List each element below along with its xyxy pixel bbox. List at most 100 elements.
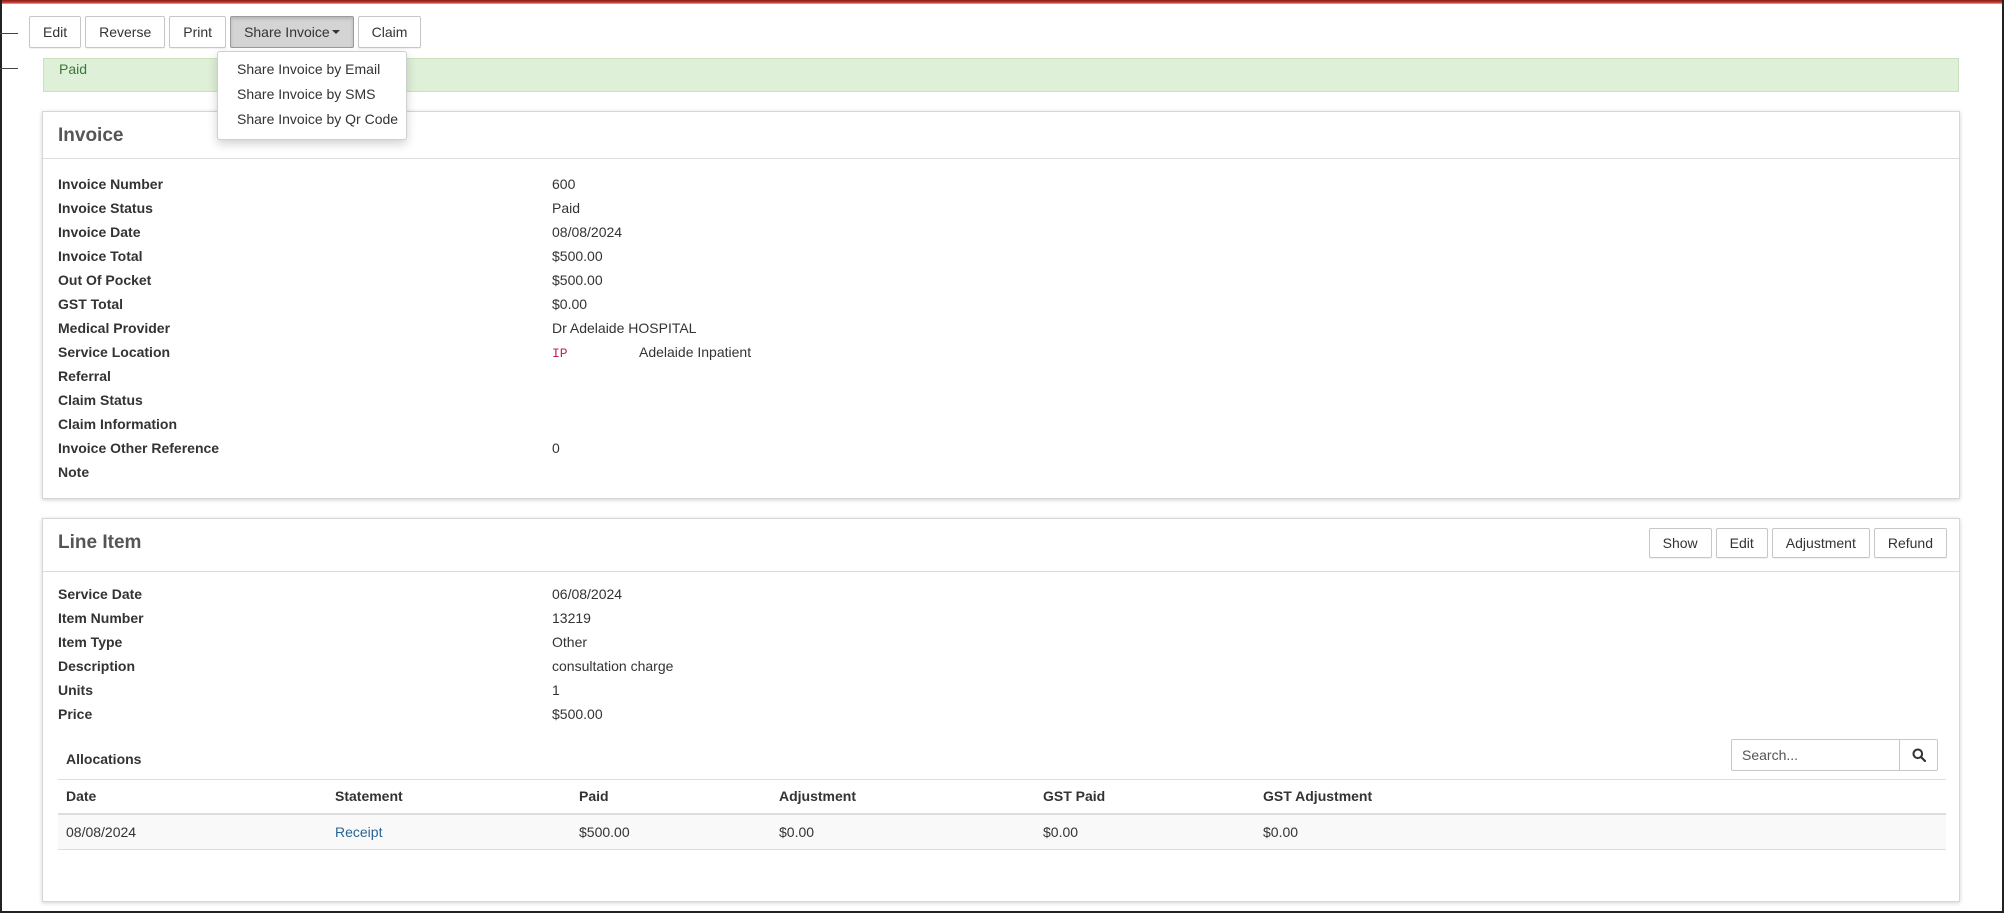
- detail-value: $500.00: [552, 248, 603, 264]
- receipt-link[interactable]: Receipt: [335, 824, 382, 840]
- detail-row: Item Type Other: [43, 630, 1959, 654]
- line-item-panel-header: Line Item Show Edit Adjustment Refund: [43, 519, 1959, 572]
- detail-value: Other: [552, 634, 588, 650]
- refund-button[interactable]: Refund: [1873, 528, 1947, 558]
- detail-value: Dr Adelaide HOSPITAL: [552, 320, 697, 336]
- detail-value: 08/08/2024: [552, 224, 623, 240]
- column-header[interactable]: GST Paid: [1035, 779, 1255, 815]
- menu-item-share-sms[interactable]: Share Invoice by SMS: [218, 83, 406, 108]
- reverse-button[interactable]: Reverse: [85, 16, 166, 48]
- edit-button[interactable]: Edit: [29, 16, 82, 48]
- column-header[interactable]: Statement: [327, 779, 571, 815]
- detail-value: $0.00: [552, 296, 588, 312]
- status-text: Paid: [59, 61, 88, 77]
- detail-row: Claim Status: [43, 388, 1959, 412]
- detail-value: 600: [552, 176, 576, 192]
- left-edge-tick: [0, 68, 18, 69]
- column-header[interactable]: Paid: [571, 779, 771, 815]
- detail-row: Units 1: [43, 678, 1959, 702]
- detail-row: Out Of Pocket $500.00: [43, 268, 1959, 292]
- detail-label: Referral: [58, 368, 111, 384]
- detail-label: Medical Provider: [58, 320, 171, 336]
- location-name: Adelaide Inpatient: [639, 344, 752, 360]
- detail-value: 06/08/2024: [552, 586, 623, 602]
- detail-value: $500.00: [552, 706, 603, 722]
- line-item-details: Service Date 06/08/2024 Item Number 13219 …: [43, 572, 1959, 726]
- detail-label: Price: [58, 706, 93, 722]
- detail-label: Invoice Date: [58, 224, 141, 240]
- detail-row: Invoice Other Reference 0: [43, 436, 1959, 460]
- detail-label: Description: [58, 658, 136, 674]
- detail-label: Item Number: [58, 610, 144, 626]
- detail-value: Paid: [552, 200, 581, 216]
- detail-row: GST Total $0.00: [43, 292, 1959, 316]
- detail-label: Claim Information: [58, 416, 178, 432]
- detail-row: Medical Provider Dr Adelaide HOSPITAL: [43, 316, 1959, 340]
- invoice-panel: Invoice Invoice Number 600 Invoice Status…: [42, 111, 1960, 499]
- table-header-row: Date Statement Paid Adjustment GST Paid …: [58, 779, 1946, 815]
- detail-label: Invoice Status: [58, 200, 153, 216]
- service-location-value: IP Adelaide Inpatient: [552, 340, 751, 366]
- left-edge-tick: [0, 33, 18, 34]
- detail-value: 1: [552, 682, 560, 698]
- detail-label: Invoice Number: [58, 176, 164, 192]
- detail-label: GST Total: [58, 296, 124, 312]
- cell-gst-paid: $0.00: [1035, 813, 1255, 850]
- column-header[interactable]: Date: [58, 779, 327, 815]
- detail-label: Service Location: [58, 344, 171, 360]
- allocations-search: [1731, 739, 1938, 771]
- detail-row: Referral: [43, 364, 1959, 388]
- detail-row: Invoice Total $500.00: [43, 244, 1959, 268]
- caret-down-icon: [331, 30, 340, 34]
- detail-value: consultation charge: [552, 658, 674, 674]
- location-code: IP: [552, 346, 568, 361]
- line-item-actions: Show Edit Adjustment Refund: [1648, 528, 1947, 558]
- cell-paid: $500.00: [571, 813, 771, 850]
- detail-row: Invoice Status Paid: [43, 196, 1959, 220]
- cell-adjustment: $0.00: [771, 813, 1035, 850]
- line-item-panel: Line Item Show Edit Adjustment Refund Se…: [42, 518, 1960, 902]
- print-button[interactable]: Print: [169, 16, 227, 48]
- line-item-panel-title: Line Item: [58, 532, 142, 553]
- search-input[interactable]: [1731, 739, 1900, 771]
- menu-item-share-qr-code[interactable]: Share Invoice by Qr Code: [218, 108, 406, 133]
- invoice-details: Invoice Number 600 Invoice Status Paid Inv…: [43, 159, 1959, 484]
- detail-row: Invoice Number 600: [43, 172, 1959, 196]
- share-invoice-dropdown-button[interactable]: Share Invoice: [230, 16, 354, 48]
- claim-button[interactable]: Claim: [357, 16, 422, 48]
- detail-label: Service Date: [58, 586, 143, 602]
- invoice-panel-title: Invoice: [58, 125, 124, 146]
- table-row: 08/08/2024 Receipt $500.00 $0.00 $0.00 $…: [58, 813, 1946, 850]
- detail-label: Units: [58, 682, 93, 698]
- adjustment-button[interactable]: Adjustment: [1771, 528, 1870, 558]
- detail-label: Item Type: [58, 634, 123, 650]
- detail-row: Invoice Date 08/08/2024: [43, 220, 1959, 244]
- detail-row: Note: [43, 460, 1959, 484]
- detail-value: $500.00: [552, 272, 603, 288]
- allocations-title: Allocations: [66, 751, 142, 767]
- column-header[interactable]: GST Adjustment: [1255, 779, 1946, 815]
- column-header[interactable]: Adjustment: [771, 779, 1035, 815]
- invoice-toolbar: Edit Reverse Print Share Invoice Claim: [29, 16, 422, 48]
- detail-label: Invoice Total: [58, 248, 143, 264]
- detail-row: Description consultation charge: [43, 654, 1959, 678]
- allocations-table: Date Statement Paid Adjustment GST Paid …: [58, 779, 1946, 850]
- cell-statement: Receipt: [327, 813, 571, 850]
- menu-item-share-email[interactable]: Share Invoice by Email: [218, 58, 406, 83]
- detail-label: Invoice Other Reference: [58, 440, 220, 456]
- detail-label: Note: [58, 464, 90, 480]
- edit-line-item-button[interactable]: Edit: [1715, 528, 1768, 558]
- detail-value: 13219: [552, 610, 591, 626]
- detail-row: Price $500.00: [43, 702, 1959, 726]
- share-invoice-label: Share Invoice: [244, 24, 330, 40]
- search-button[interactable]: [1900, 739, 1938, 771]
- cell-date: 08/08/2024: [58, 813, 327, 850]
- detail-row: Service Date 06/08/2024: [43, 582, 1959, 606]
- detail-label: Claim Status: [58, 392, 143, 408]
- detail-row: Service Location IP Adelaide Inpatient: [43, 340, 1959, 364]
- show-button[interactable]: Show: [1648, 528, 1712, 558]
- search-icon: [1912, 748, 1926, 762]
- cell-gst-adjustment: $0.00: [1255, 813, 1946, 850]
- detail-row: Claim Information: [43, 412, 1959, 436]
- share-invoice-menu: Share Invoice by Email Share Invoice by …: [217, 51, 407, 140]
